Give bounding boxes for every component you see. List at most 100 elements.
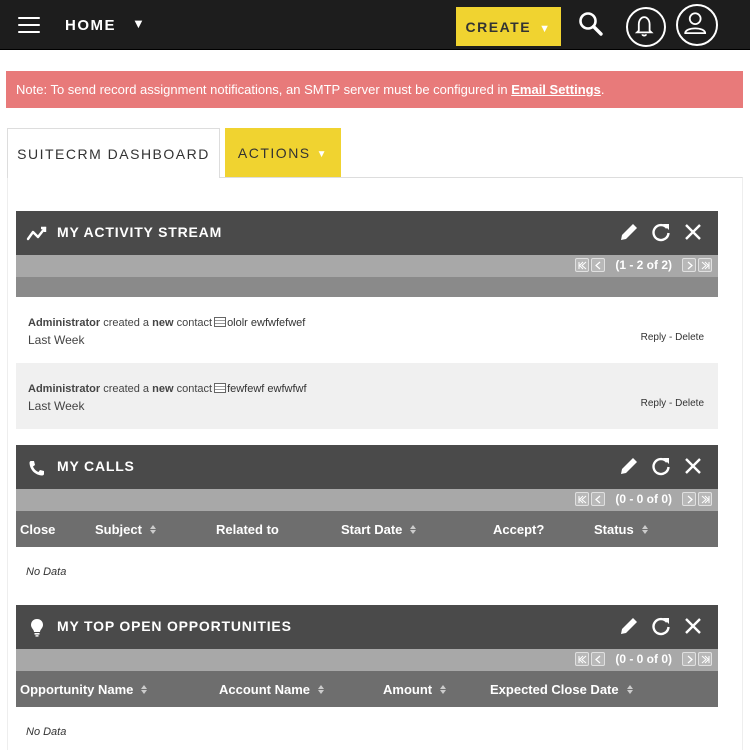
delete-link[interactable]: Delete <box>675 332 704 343</box>
alert-suffix: . <box>600 82 605 97</box>
dashlet-header: MY TOP OPEN OPPORTUNITIES <box>16 605 718 649</box>
activity-item: Administrator created a new contact fewfe… <box>16 363 718 429</box>
prev-page-icon[interactable] <box>591 492 606 506</box>
pagination-text: (1 - 2 of 2) <box>615 258 672 272</box>
activity-contact-link[interactable]: ololr ewfwfefwef <box>227 317 305 329</box>
table-header: Close Subject Related to Start Date Acce… <box>16 511 718 547</box>
create-button-label: CREATE <box>465 18 532 35</box>
table-header: Opportunity Name Account Name Amount Exp… <box>16 671 718 707</box>
refresh-icon[interactable] <box>650 615 672 637</box>
sort-icon <box>410 525 417 534</box>
dashlet-title: MY ACTIVITY STREAM <box>57 224 223 240</box>
pagination-bar: (0 - 0 of 0) <box>16 649 718 671</box>
lightbulb-icon <box>31 619 43 637</box>
sort-icon <box>440 685 447 694</box>
reply-link[interactable]: Reply <box>641 398 667 409</box>
column-subject[interactable]: Subject <box>95 522 156 537</box>
phone-icon <box>29 461 44 476</box>
close-icon[interactable] <box>682 615 704 637</box>
dashlet-header: MY ACTIVITY STREAM <box>16 211 718 255</box>
alert-text: Note: To send record assignment notifica… <box>16 82 508 97</box>
tab-actions[interactable]: ACTIONS ▼ <box>225 128 341 177</box>
prev-page-icon[interactable] <box>591 258 606 272</box>
column-account-name[interactable]: Account Name <box>219 682 325 697</box>
top-navbar: HOME ▼ CREATE ▼ <box>0 0 750 50</box>
email-settings-link[interactable]: Email Settings <box>511 82 601 97</box>
action-separator: - <box>668 398 673 409</box>
reply-link[interactable]: Reply <box>641 332 667 343</box>
activity-verb: created a <box>103 317 150 329</box>
activity-verb: created a <box>103 383 150 395</box>
activity-user[interactable]: Administrator <box>28 383 100 395</box>
dashlet-header: MY CALLS <box>16 445 718 489</box>
tab-suitecrm-dashboard[interactable]: SUITECRM DASHBOARD <box>7 128 220 178</box>
dashboard-tabs: SUITECRM DASHBOARD ACTIONS ▼ <box>0 128 750 178</box>
actions-caret-icon: ▼ <box>316 149 329 160</box>
activity-user[interactable]: Administrator <box>28 317 100 329</box>
table-body: No Data <box>16 707 718 747</box>
activity-new: new <box>152 317 174 329</box>
first-page-icon[interactable] <box>575 492 590 506</box>
last-page-icon[interactable] <box>698 492 712 506</box>
dashlet-top-open-opportunities: MY TOP OPEN OPPORTUNITIES (0 - 0 of 0) O… <box>16 605 718 747</box>
user-profile-icon[interactable] <box>676 4 718 46</box>
pagination-bar: (0 - 0 of 0) <box>16 489 718 511</box>
activity-item: Administrator created a new contact ololr… <box>16 297 718 363</box>
column-status[interactable]: Status <box>594 522 648 537</box>
refresh-icon[interactable] <box>650 455 672 477</box>
last-page-icon[interactable] <box>698 652 712 666</box>
column-close[interactable]: Close <box>20 522 55 537</box>
sort-icon <box>141 685 148 694</box>
delete-link[interactable]: Delete <box>675 398 704 409</box>
pagination-text: (0 - 0 of 0) <box>615 492 672 506</box>
edit-pencil-icon[interactable] <box>618 221 640 243</box>
dashlet-title: MY CALLS <box>57 458 135 474</box>
edit-pencil-icon[interactable] <box>618 455 640 477</box>
dashlet-title: MY TOP OPEN OPPORTUNITIES <box>57 618 292 634</box>
activity-time: Last Week <box>28 399 85 413</box>
search-icon[interactable] <box>578 11 604 37</box>
home-dropdown-caret-icon[interactable]: ▼ <box>132 16 145 31</box>
activity-subheader <box>16 277 718 297</box>
column-accept[interactable]: Accept? <box>493 522 544 537</box>
activity-new: new <box>152 383 174 395</box>
last-page-icon[interactable] <box>698 258 712 272</box>
table-body: No Data <box>16 547 718 597</box>
activity-stream-icon <box>26 226 47 241</box>
sort-icon <box>318 685 325 694</box>
edit-pencil-icon[interactable] <box>618 615 640 637</box>
smtp-alert-banner: Note: To send record assignment notifica… <box>6 71 743 108</box>
column-related-to[interactable]: Related to <box>216 522 279 537</box>
sort-icon <box>641 525 648 534</box>
activity-contact-link[interactable]: fewfewf ewfwfwf <box>227 383 306 395</box>
contact-card-icon <box>214 317 227 327</box>
no-data-text: No Data <box>26 726 67 738</box>
dashlet-activity-stream: MY ACTIVITY STREAM (1 - 2 of 2) Administ… <box>16 211 718 429</box>
sort-icon <box>149 525 156 534</box>
refresh-icon[interactable] <box>650 221 672 243</box>
create-caret-icon: ▼ <box>539 22 552 35</box>
next-page-icon[interactable] <box>682 492 696 506</box>
activity-module: contact <box>176 317 213 329</box>
activity-time: Last Week <box>28 333 85 347</box>
no-data-text: No Data <box>26 566 67 578</box>
dashlet-my-calls: MY CALLS (0 - 0 of 0) Close Subject Rela… <box>16 445 718 597</box>
next-page-icon[interactable] <box>682 258 696 272</box>
first-page-icon[interactable] <box>575 652 590 666</box>
first-page-icon[interactable] <box>575 258 590 272</box>
prev-page-icon[interactable] <box>591 652 606 666</box>
column-expected-close-date[interactable]: Expected Close Date <box>490 682 633 697</box>
home-link[interactable]: HOME <box>65 17 116 34</box>
next-page-icon[interactable] <box>682 652 696 666</box>
column-start-date[interactable]: Start Date <box>341 522 417 537</box>
close-icon[interactable] <box>682 221 704 243</box>
notifications-bell-icon[interactable] <box>626 7 666 47</box>
menu-icon[interactable] <box>18 17 40 33</box>
action-separator: - <box>668 332 673 343</box>
create-button[interactable]: CREATE ▼ <box>456 7 561 46</box>
tab-actions-label: ACTIONS <box>237 144 311 161</box>
activity-module: contact <box>176 383 213 395</box>
close-icon[interactable] <box>682 455 704 477</box>
column-amount[interactable]: Amount <box>383 682 447 697</box>
column-opportunity-name[interactable]: Opportunity Name <box>20 682 148 697</box>
